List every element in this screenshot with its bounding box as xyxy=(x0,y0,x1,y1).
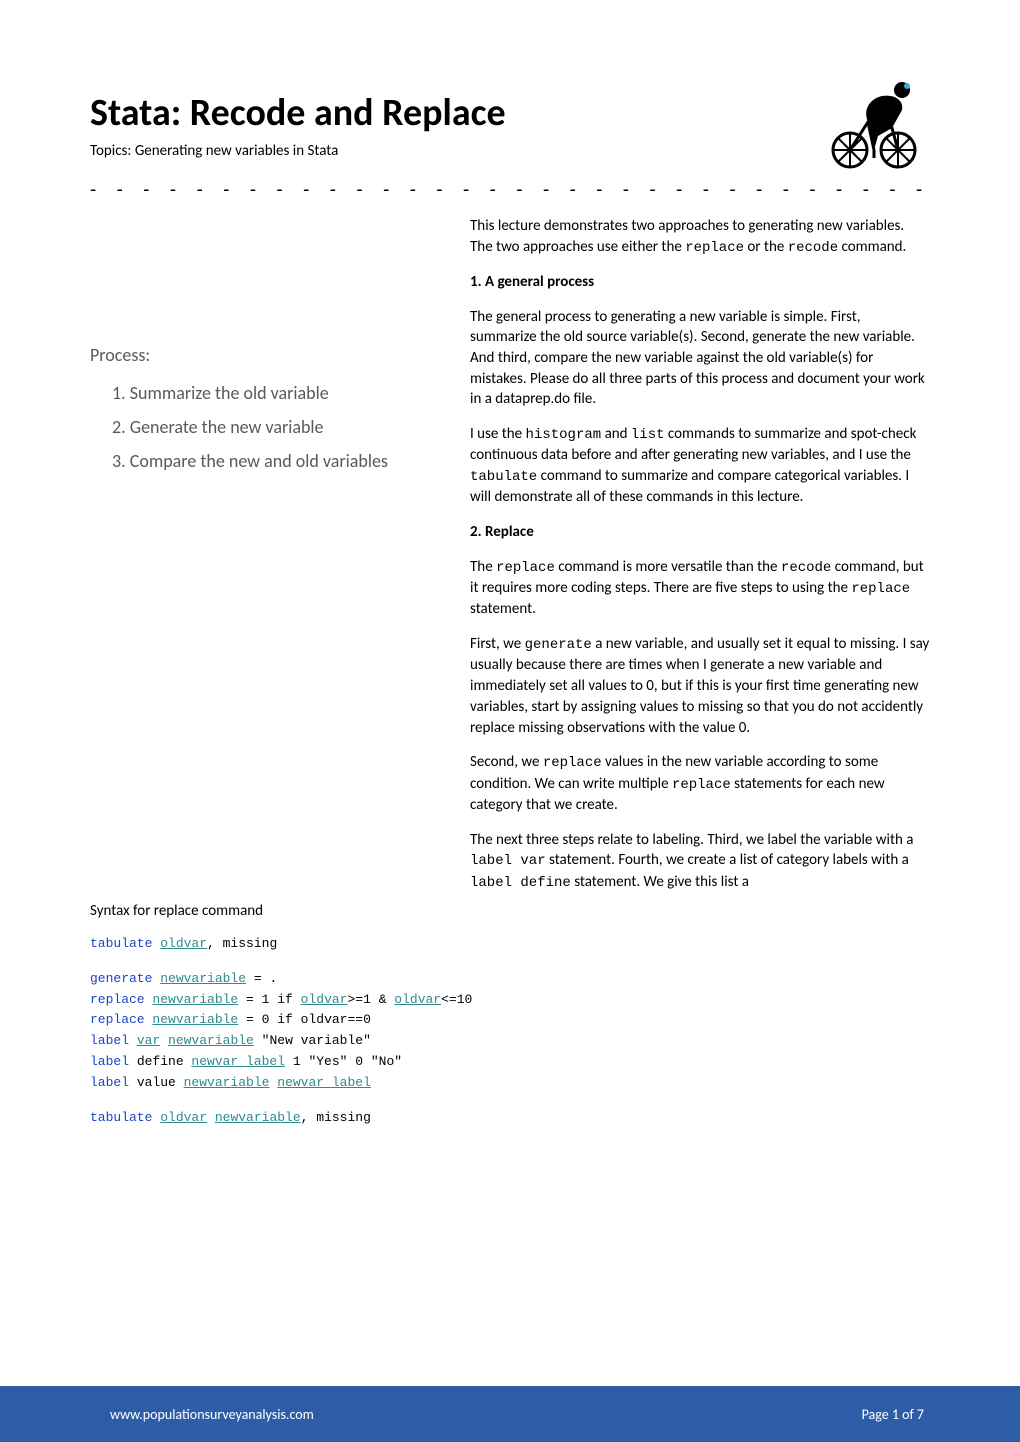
process-block: Process: 1. Summarize the old variable 2… xyxy=(90,344,456,472)
code-line: generate newvariable = . xyxy=(90,969,456,990)
code-line: label define newvar_label 1 "Yes" 0 "No" xyxy=(90,1052,456,1073)
cyclist-icon xyxy=(824,78,924,175)
topics-label: Topics: xyxy=(90,142,135,160)
section-1-para-2: I use the histogram and list commands to… xyxy=(470,424,930,508)
syntax-block: Syntax for replace command tabulate oldv… xyxy=(90,902,456,1128)
footer-site: www.populationsurveyanalysis.com xyxy=(110,1406,314,1423)
section-2-para-1: The replace command is more versatile th… xyxy=(470,557,930,620)
process-title: Process: xyxy=(90,344,456,366)
footer: www.populationsurveyanalysis.com Page 1 … xyxy=(0,1386,1020,1442)
right-column: This lecture demonstrates two approaches… xyxy=(470,216,930,1128)
code-line: replace newvariable = 0 if oldvar==0 xyxy=(90,1010,456,1031)
section-1-para-1: The general process to generating a new … xyxy=(470,307,930,410)
code-line: label var newvariable "New variable" xyxy=(90,1031,456,1052)
code-line: replace newvariable = 1 if oldvar>=1 & o… xyxy=(90,990,456,1011)
section-2-head: 2. Replace xyxy=(470,522,930,543)
section-2-para-3: Second, we replace values in the new var… xyxy=(470,752,930,815)
section-2-para-4: The next three steps relate to labeling.… xyxy=(470,830,930,893)
section-2-para-2: First, we generate a new variable, and u… xyxy=(470,634,930,738)
code-line: label value newvariable newvar_label xyxy=(90,1073,456,1094)
syntax-title: Syntax for replace command xyxy=(90,902,456,920)
process-item: 2. Generate the new variable xyxy=(112,416,456,438)
separator: - - - - - - - - - - - - - - - - - - - - … xyxy=(90,178,930,202)
code-line: tabulate oldvar, missing xyxy=(90,934,456,955)
code-line: tabulate oldvar newvariable, missing xyxy=(90,1108,456,1129)
process-item: 1. Summarize the old variable xyxy=(112,382,456,404)
section-1-head: 1. A general process xyxy=(470,272,930,293)
topics-value: Generating new variables in Stata xyxy=(135,142,338,160)
process-item: 3. Compare the new and old variables xyxy=(112,450,456,472)
intro-para: This lecture demonstrates two approaches… xyxy=(470,216,930,258)
footer-page: Page 1 of 7 xyxy=(862,1406,924,1423)
subtitle: Topics: Generating new variables in Stat… xyxy=(90,142,930,160)
page-title: Stata: Recode and Replace xyxy=(90,90,930,136)
